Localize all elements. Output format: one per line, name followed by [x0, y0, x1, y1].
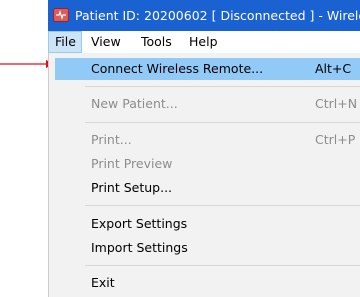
menu-item-import-settings[interactable]: Import Settings — [55, 237, 360, 259]
menu-item-connect-wireless-remote[interactable]: Connect Wireless Remote... Alt+C — [55, 58, 360, 80]
menu-item-exit[interactable]: Exit — [55, 272, 360, 294]
menu-separator — [85, 265, 360, 266]
menu-item-shortcut: Ctrl+N — [315, 96, 358, 111]
menu-help[interactable]: Help — [183, 31, 224, 53]
file-menu-dropdown: Connect Wireless Remote... Alt+C New Pat… — [48, 53, 360, 297]
menu-item-label: Connect Wireless Remote... — [91, 61, 264, 76]
menu-item-shortcut: Ctrl+P — [315, 132, 356, 147]
menu-item-new-patient[interactable]: New Patient... Ctrl+N — [55, 93, 360, 115]
menu-file[interactable]: File — [48, 31, 82, 53]
menu-item-label: Print Preview — [91, 156, 173, 171]
menu-item-print[interactable]: Print... Ctrl+P — [55, 129, 360, 151]
menu-separator — [85, 86, 360, 87]
menu-item-label: Print Setup... — [91, 180, 173, 195]
menu-item-export-settings[interactable]: Export Settings — [55, 213, 360, 235]
menu-item-label: Import Settings — [91, 240, 188, 255]
window-title: Patient ID: 20200602 [ Disconnected ] - … — [75, 8, 360, 23]
menu-bar: File View Tools Help — [48, 31, 360, 54]
menu-item-print-preview[interactable]: Print Preview — [55, 153, 360, 175]
menu-item-label: Print... — [91, 132, 132, 147]
menu-item-label: New Patient... — [91, 96, 178, 111]
menu-separator — [85, 205, 360, 206]
menu-item-print-setup[interactable]: Print Setup... — [55, 177, 360, 199]
menu-tools[interactable]: Tools — [135, 31, 178, 53]
heart-monitor-icon — [53, 8, 69, 22]
menu-item-shortcut: Alt+C — [315, 61, 352, 76]
menu-view[interactable]: View — [85, 31, 127, 53]
menu-separator — [85, 122, 360, 123]
menu-item-label: Exit — [91, 275, 115, 290]
window-titlebar[interactable]: Patient ID: 20200602 [ Disconnected ] - … — [48, 0, 360, 31]
menu-item-label: Export Settings — [91, 216, 188, 231]
screenshot: Patient ID: 20200602 [ Disconnected ] - … — [0, 0, 360, 297]
